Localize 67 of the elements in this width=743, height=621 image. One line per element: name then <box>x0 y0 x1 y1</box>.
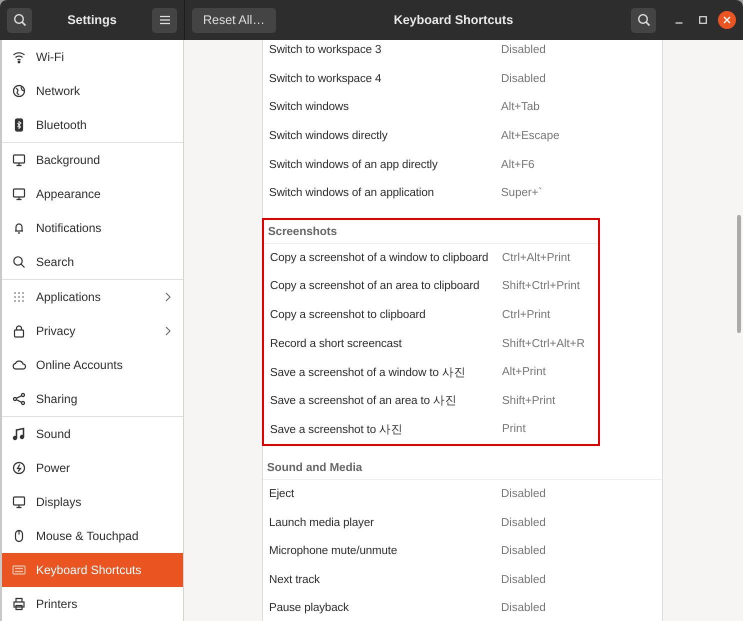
monitor-icon <box>12 495 26 509</box>
bluetooth-icon <box>12 118 26 132</box>
shortcut-row[interactable]: Launch media player Disabled <box>263 508 662 537</box>
sidebar-item[interactable]: Bluetooth <box>2 108 183 142</box>
shortcut-row[interactable]: Switch to workspace 4 Disabled <box>263 64 662 94</box>
shortcut-row[interactable]: Record a short screencast Shift+Ctrl+Alt+R <box>264 329 598 358</box>
shortcut-row[interactable]: Pause playback Disabled <box>263 594 662 621</box>
sidebar-item[interactable]: Appearance <box>2 177 183 211</box>
sidebar-item[interactable]: Wi-Fi <box>2 40 183 74</box>
reset-all-button[interactable]: Reset All… <box>192 8 276 32</box>
section-heading: Screenshots <box>264 220 598 244</box>
wifi-icon <box>12 50 26 64</box>
shortcut-row[interactable]: Eject Disabled <box>263 480 662 508</box>
sidebar-item[interactable]: Printers <box>2 587 183 621</box>
close-icon <box>723 16 731 24</box>
globe-icon <box>12 84 26 98</box>
maximize-icon <box>699 16 707 24</box>
close-button[interactable] <box>718 11 736 29</box>
menu-button[interactable] <box>152 8 177 32</box>
search-icon <box>12 13 26 27</box>
search-icon <box>12 255 26 269</box>
sidebar-item[interactable]: Sharing <box>2 382 183 416</box>
shortcut-row[interactable]: Switch windows of an app directly Alt+F6 <box>263 150 662 179</box>
sidebar-item[interactable]: Applications <box>2 280 183 314</box>
scrollbar[interactable] <box>737 215 741 333</box>
cloud-icon <box>12 358 26 372</box>
keyboard-icon <box>12 563 26 577</box>
sidebar-item[interactable]: Power <box>2 451 183 485</box>
share-icon <box>12 392 26 406</box>
printer-icon <box>12 597 26 611</box>
window-title: Keyboard Shortcuts <box>392 13 514 27</box>
sidebar-title: Settings <box>67 13 117 27</box>
shortcut-row[interactable]: Copy a screenshot of an area to clipboard Shift+Ctrl+Print <box>264 272 598 301</box>
sidebar-item[interactable]: Sound <box>2 417 183 451</box>
shortcut-row[interactable]: Switch windows directly Alt+Escape <box>263 122 662 150</box>
sidebar-item[interactable]: Keyboard Shortcuts <box>2 553 183 587</box>
section-heading: Sound and Media <box>263 456 662 480</box>
music-note-icon <box>12 427 26 441</box>
search-button[interactable] <box>631 8 656 32</box>
sidebar-item[interactable]: Privacy <box>2 314 183 348</box>
shortcut-row[interactable]: Switch to workspace 3 Disabled <box>263 40 662 65</box>
grid-icon <box>12 290 26 304</box>
bell-icon <box>12 221 26 235</box>
shortcut-row[interactable]: Switch windows of an application Super+` <box>263 178 662 208</box>
shortcut-row[interactable]: Switch windows Alt+Tab <box>263 93 662 122</box>
sidebar-item[interactable]: Background <box>2 143 183 177</box>
monitor-icon <box>12 187 26 201</box>
power-icon <box>12 461 26 475</box>
sidebar-item[interactable]: Network <box>2 74 183 108</box>
mouse-icon <box>12 529 26 543</box>
sidebar-item[interactable]: Online Accounts <box>2 348 183 382</box>
shortcut-row[interactable]: Save a screenshot of a window to 사진 Alt+Print <box>264 358 598 387</box>
shortcut-row[interactable]: Next track Disabled <box>263 566 662 594</box>
shortcut-row[interactable]: Copy a screenshot to clipboard Ctrl+Print <box>264 300 598 330</box>
shortcut-row[interactable]: Save a screenshot to 사진 Print <box>264 415 598 444</box>
search-button[interactable] <box>7 8 32 32</box>
sidebar-item[interactable]: Displays <box>2 485 183 519</box>
shortcut-row[interactable]: Save a screenshot of an area to 사진 Shift+Print <box>264 386 598 416</box>
sidebar-item[interactable]: Search <box>2 245 183 279</box>
search-icon <box>636 13 650 27</box>
sidebar-item[interactable]: Mouse & Touchpad <box>2 519 183 553</box>
shortcut-row[interactable]: Copy a screenshot of a window to clipboard Ctrl+Alt+Print <box>264 244 598 272</box>
shortcut-row[interactable]: Microphone mute/unmute Disabled <box>263 536 662 566</box>
padlock-icon <box>12 324 26 338</box>
monitor-icon <box>12 153 26 167</box>
sidebar-item[interactable]: Notifications <box>2 211 183 245</box>
menu-icon <box>158 15 170 25</box>
